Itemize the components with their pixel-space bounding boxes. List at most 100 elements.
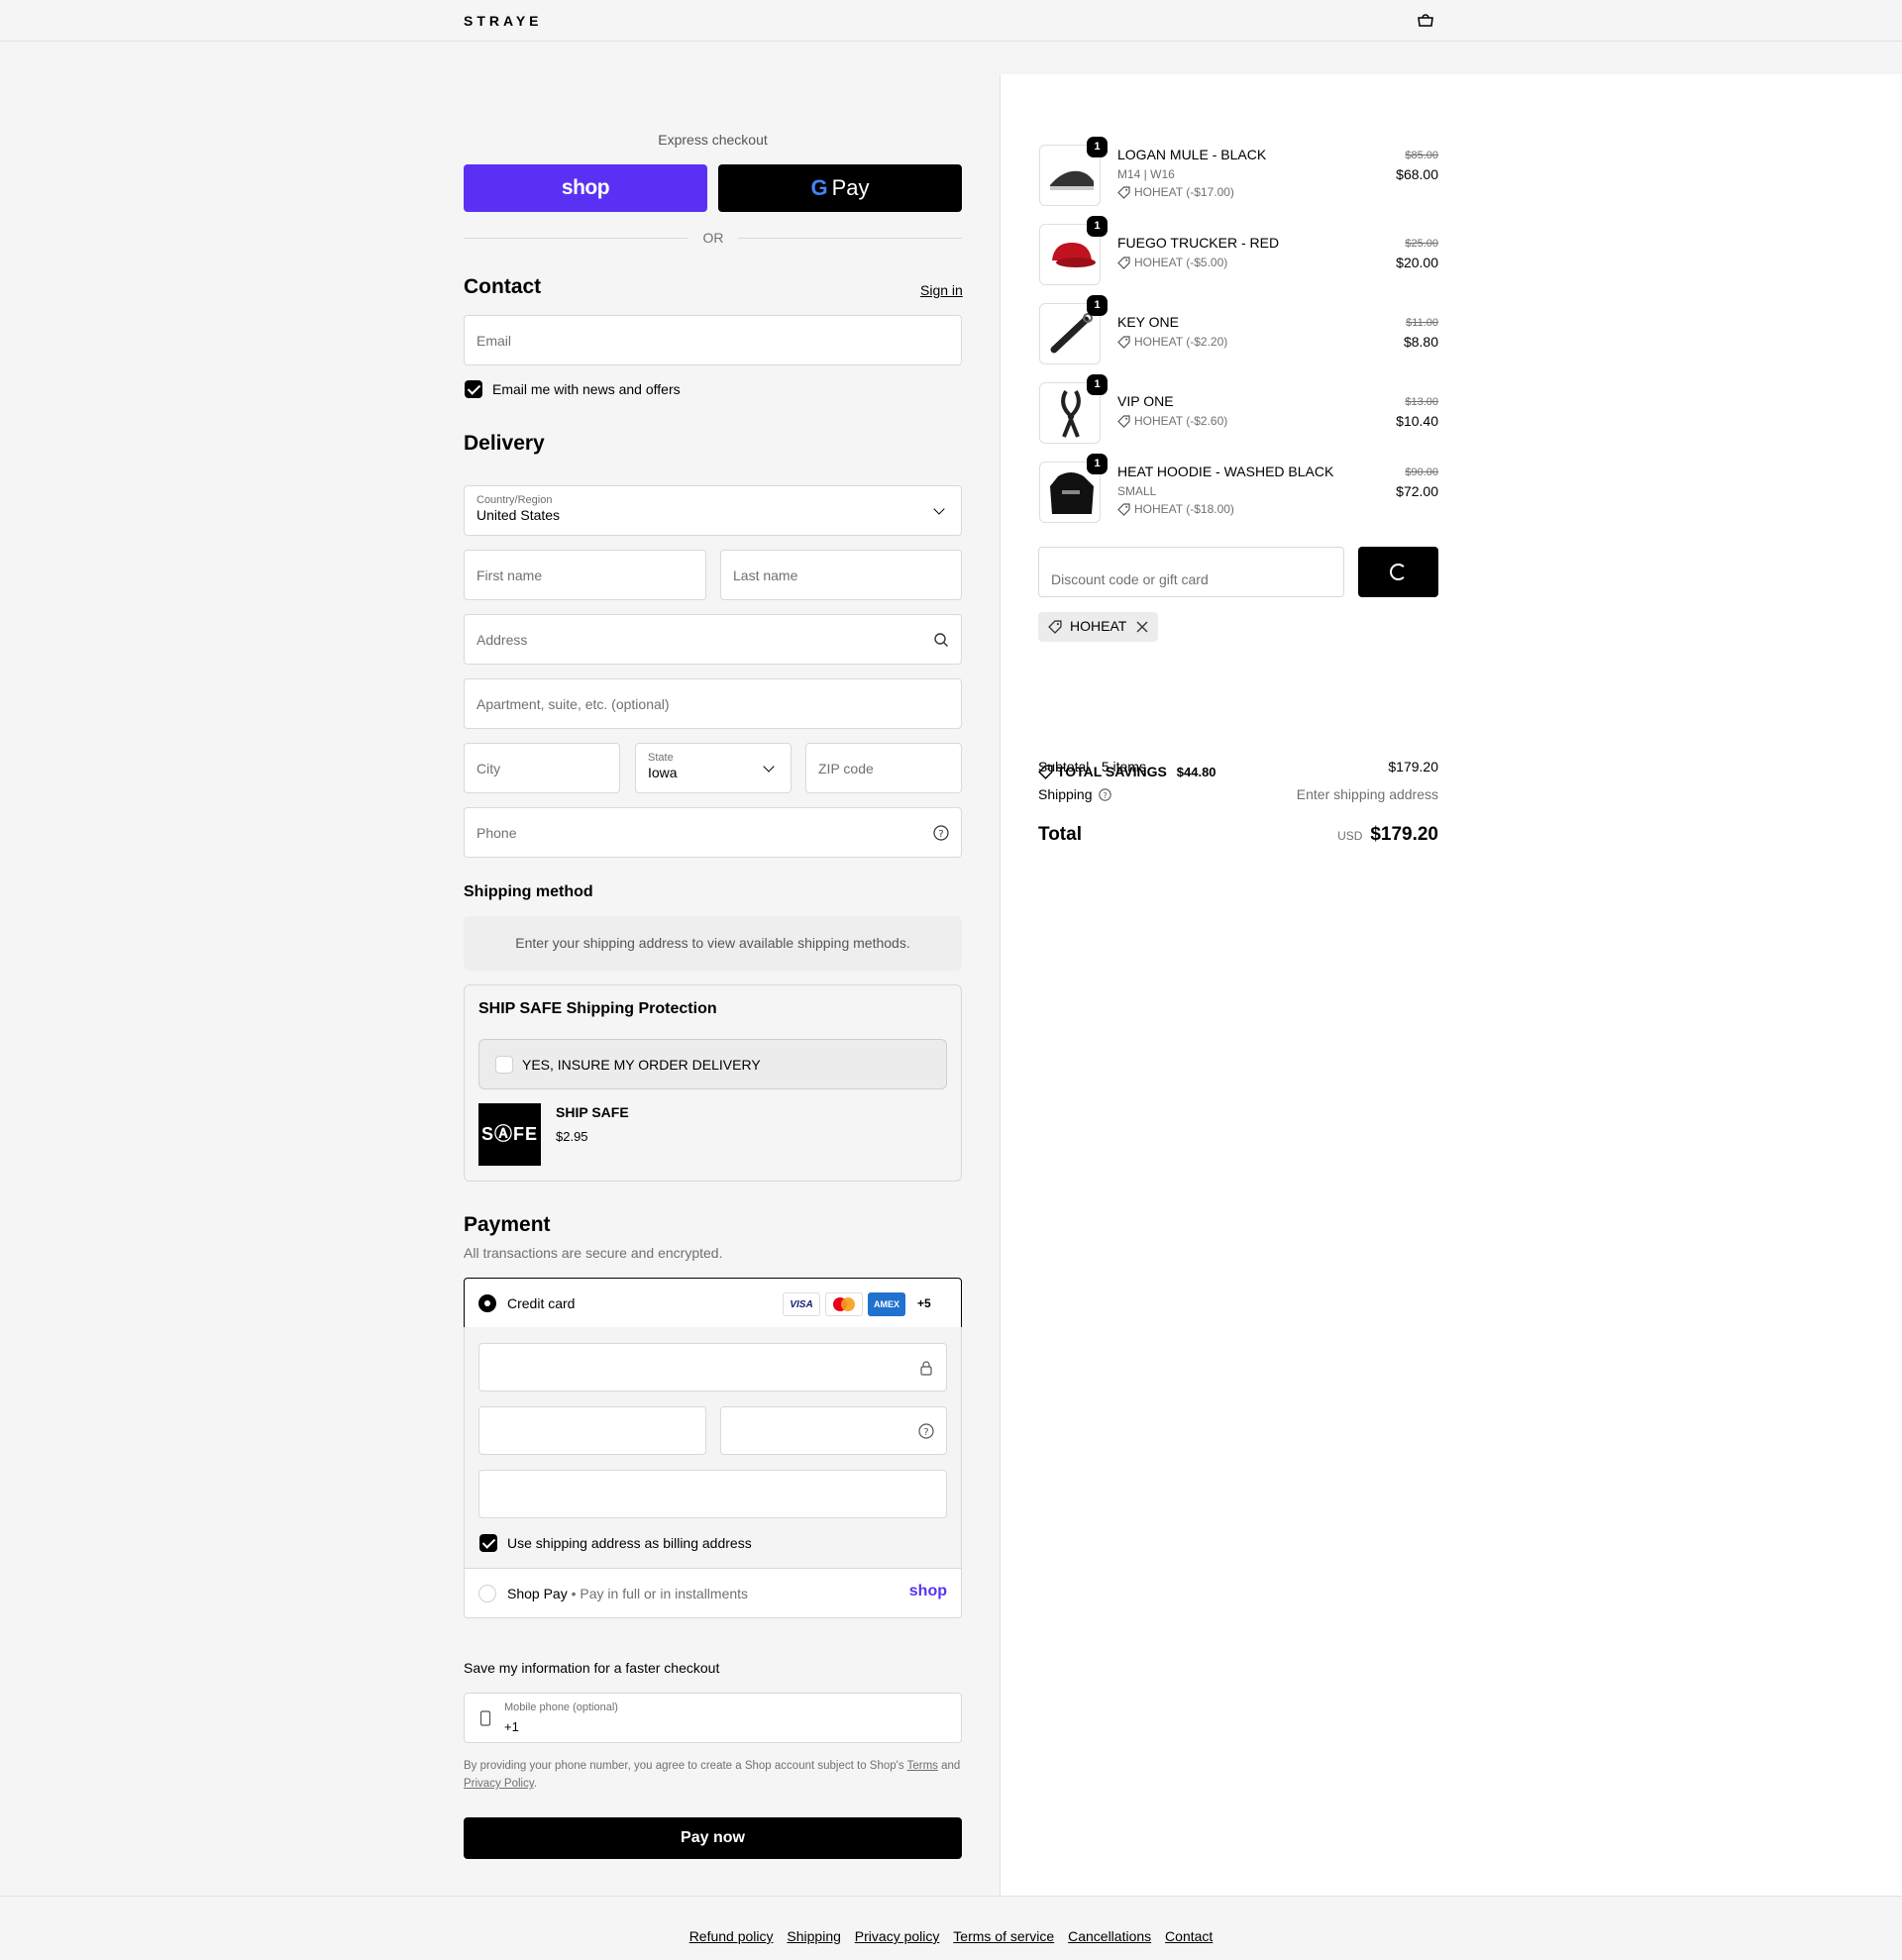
item-price: $72.00 [1396, 483, 1438, 499]
phone-field[interactable]: Phone ? [464, 807, 962, 858]
amex-icon: AMEX [868, 1292, 905, 1316]
save-info-title: Save my information for a faster checkou… [464, 1660, 720, 1676]
apartment-field[interactable]: Apartment, suite, etc. (optional) [464, 678, 962, 729]
first-name-field[interactable]: First name [464, 550, 706, 600]
credit-card-option[interactable]: Credit card VISA AMEX +5 [464, 1278, 962, 1328]
shipping-link[interactable]: Shipping [787, 1928, 841, 1944]
mobile-phone-field[interactable]: Mobile phone (optional) +1 [464, 1693, 962, 1743]
ship-safe-price: $2.95 [556, 1129, 588, 1144]
visa-icon: VISA [783, 1292, 820, 1316]
shop-pay-label: Shop Pay [507, 1586, 568, 1601]
item-original-price: $90.00 [1405, 466, 1438, 478]
subtotal-value: $179.20 [1388, 759, 1438, 774]
terms-link[interactable]: Terms [907, 1760, 938, 1772]
total-savings-label: TOTAL SAVINGS [1056, 764, 1167, 779]
applied-code-label: HOHEAT [1070, 618, 1127, 634]
ship-safe-box: SHIP SAFE Shipping Protection YES, INSUR… [464, 984, 962, 1182]
help-circle-icon[interactable]: ? [1099, 788, 1112, 801]
item-name: KEY ONE [1117, 314, 1179, 330]
top-header: STRAYE [0, 0, 1902, 42]
express-checkout-title: Express checkout [658, 132, 768, 148]
state-label: State [648, 752, 674, 764]
tag-icon [1048, 620, 1062, 634]
credit-card-radio[interactable] [478, 1294, 496, 1312]
more-cards-badge: +5 [917, 1296, 931, 1310]
shop-pay-radio[interactable] [478, 1585, 496, 1602]
insure-label: YES, INSURE MY ORDER DELIVERY [522, 1057, 761, 1073]
mobile-phone-label: Mobile phone (optional) [504, 1702, 618, 1713]
discount-placeholder: Discount code or gift card [1051, 571, 1209, 587]
bag-icon[interactable] [1417, 13, 1434, 27]
first-name-placeholder: First name [476, 567, 543, 583]
brand-logo[interactable]: STRAYE [464, 13, 543, 29]
phone-disclaimer: By providing your phone number, you agre… [464, 1757, 962, 1793]
help-circle-icon[interactable]: ? [933, 824, 949, 841]
apartment-placeholder: Apartment, suite, etc. (optional) [476, 695, 670, 712]
billing-checkbox[interactable] [479, 1534, 497, 1552]
billing-label: Use shipping address as billing address [507, 1535, 752, 1551]
zip-placeholder: ZIP code [818, 760, 874, 776]
insure-checkbox[interactable] [495, 1056, 513, 1074]
item-original-price: $13.00 [1405, 396, 1438, 408]
zip-field[interactable]: ZIP code [805, 743, 962, 793]
disclaimer-and: and [941, 1760, 961, 1772]
tag-icon [1117, 415, 1130, 428]
item-price: $68.00 [1396, 166, 1438, 182]
refund-policy-link[interactable]: Refund policy [689, 1928, 774, 1944]
address-field[interactable]: Address [464, 614, 962, 665]
ship-safe-title: SHIP SAFE Shipping Protection [478, 1000, 717, 1017]
apply-discount-button[interactable] [1358, 547, 1438, 597]
newsletter-checkbox[interactable] [465, 380, 482, 398]
expiry-field[interactable] [478, 1406, 706, 1455]
state-select[interactable]: State Iowa [635, 743, 792, 793]
terms-of-service-link[interactable]: Terms of service [953, 1928, 1054, 1944]
cancellations-link[interactable]: Cancellations [1068, 1928, 1151, 1944]
privacy-policy-footer-link[interactable]: Privacy policy [855, 1928, 940, 1944]
contact-heading: Contact [464, 275, 542, 298]
mastercard-icon [825, 1292, 863, 1316]
credit-card-form: ? Use shipping address as billing addres… [464, 1327, 962, 1568]
ship-safe-product-name: SHIP SAFE [556, 1104, 629, 1120]
shipping-value: Enter shipping address [1296, 786, 1438, 802]
card-number-field[interactable] [478, 1343, 947, 1392]
google-pay-label: Pay [831, 175, 870, 200]
email-field[interactable]: Email [464, 315, 962, 365]
shop-pay-button[interactable]: shop [464, 164, 707, 212]
item-discount-text: HOHEAT (-$5.00) [1134, 256, 1228, 269]
help-circle-icon[interactable]: ? [918, 1422, 934, 1439]
newsletter-label: Email me with news and offers [492, 381, 681, 397]
item-discount-text: HOHEAT (-$2.60) [1134, 414, 1228, 428]
shop-pay-logo: shop [908, 1583, 947, 1599]
mobile-phone-icon [479, 1710, 491, 1726]
shop-pay-option[interactable]: Shop Pay • Pay in full or in installment… [464, 1568, 962, 1618]
email-placeholder: Email [476, 332, 512, 349]
svg-text:?: ? [938, 829, 943, 840]
item-discount-text: HOHEAT (-$18.00) [1134, 502, 1234, 516]
name-on-card-field[interactable] [478, 1470, 947, 1518]
tag-icon [1117, 336, 1130, 349]
city-field[interactable]: City [464, 743, 620, 793]
phone-placeholder: Phone [476, 824, 517, 841]
last-name-field[interactable]: Last name [720, 550, 962, 600]
quantity-badge: 1 [1087, 295, 1108, 316]
total-savings-value: $44.80 [1176, 765, 1216, 779]
discount-code-field[interactable]: Discount code or gift card [1038, 547, 1344, 597]
pay-now-button[interactable]: Pay now [464, 1817, 962, 1859]
total-label: Total [1038, 824, 1082, 845]
item-discount: HOHEAT (-$2.20) [1117, 335, 1227, 349]
total-savings: TOTAL SAVINGS $44.80 [1038, 764, 1216, 779]
insure-option[interactable]: YES, INSURE MY ORDER DELIVERY [478, 1039, 947, 1089]
contact-link[interactable]: Contact [1165, 1928, 1213, 1944]
item-discount: HOHEAT (-$18.00) [1117, 502, 1234, 516]
sign-in-link[interactable]: Sign in [920, 282, 963, 298]
ship-safe-logo: SⒶFE [478, 1103, 541, 1166]
total-value: $179.20 [1370, 824, 1438, 845]
security-code-field[interactable]: ? [720, 1406, 947, 1455]
google-pay-button[interactable]: G Pay [718, 164, 962, 212]
country-select[interactable]: Country/Region United States [464, 485, 962, 536]
address-placeholder: Address [476, 631, 528, 648]
footer-links: Refund policy Shipping Privacy policy Te… [0, 1928, 1902, 1944]
privacy-policy-link[interactable]: Privacy Policy [464, 1778, 534, 1790]
divider-left [464, 238, 687, 239]
close-icon[interactable] [1136, 621, 1148, 633]
